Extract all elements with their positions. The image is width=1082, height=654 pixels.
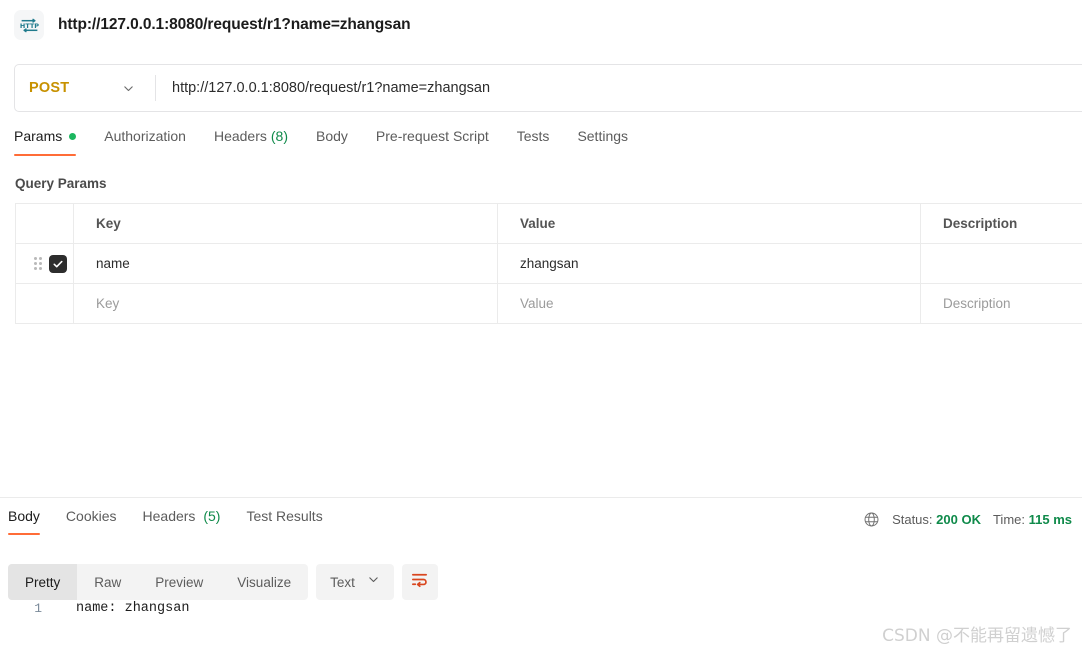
- tab-settings-label: Settings: [577, 128, 629, 144]
- new-param-key-cell[interactable]: Key: [73, 283, 498, 324]
- response-tab-cookies[interactable]: Cookies: [66, 508, 117, 535]
- url-input[interactable]: [156, 65, 1082, 111]
- word-wrap-icon: [410, 570, 429, 594]
- query-params-heading: Query Params: [15, 176, 107, 191]
- tab-body-label: Body: [316, 128, 348, 144]
- status-label: Status:: [892, 512, 933, 527]
- response-tabs: Body Cookies Headers (5) Test Results: [8, 508, 349, 542]
- column-header-select: [15, 203, 74, 244]
- view-mode-visualize-label: Visualize: [237, 574, 292, 590]
- response-body-viewer[interactable]: 1 name: zhangsan: [8, 598, 1082, 620]
- response-body-line: name: zhangsan: [76, 601, 190, 616]
- row-select-cell: [15, 243, 74, 284]
- response-tab-test-results-label: Test Results: [246, 508, 323, 524]
- response-status-strip: Status: 200 OK Time: 115 ms: [863, 511, 1072, 528]
- status-value: 200 OK: [936, 512, 981, 527]
- http-protocol-icon: HTTP: [14, 10, 44, 40]
- chevron-down-icon: [367, 573, 380, 591]
- tab-authorization-label: Authorization: [104, 128, 186, 144]
- word-wrap-button[interactable]: [401, 564, 438, 600]
- response-viewer-toolbar: Pretty Raw Preview Visualize Text: [8, 564, 438, 600]
- response-tab-test-results[interactable]: Test Results: [246, 508, 322, 535]
- response-tab-body[interactable]: Body: [8, 508, 40, 535]
- tab-headers[interactable]: Headers (8): [214, 128, 288, 156]
- time-label: Time:: [992, 512, 1025, 527]
- view-mode-pretty[interactable]: Pretty: [8, 564, 78, 600]
- table-header-row: Key Value Description: [15, 203, 1082, 244]
- param-value-cell[interactable]: zhangsan: [497, 243, 921, 284]
- query-params-table: Key Value Description name zhangsan Key …: [15, 203, 1082, 324]
- drag-handle-icon[interactable]: [34, 257, 42, 270]
- response-tab-cookies-label: Cookies: [65, 508, 117, 524]
- tab-params-label: Params: [14, 128, 63, 144]
- view-mode-preview[interactable]: Preview: [138, 564, 220, 600]
- view-mode-group: Pretty Raw Preview Visualize: [8, 564, 309, 600]
- table-row: Key Value Description: [15, 283, 1082, 324]
- new-row-select-cell: [15, 283, 74, 324]
- tab-pre-request-script[interactable]: Pre-request Script: [376, 128, 489, 156]
- response-tab-headers-count: (5): [203, 508, 221, 524]
- content-type-label: Text: [330, 574, 355, 590]
- content-type-selector[interactable]: Text: [316, 564, 394, 600]
- column-header-key: Key: [73, 203, 498, 244]
- url-bar: POST: [14, 64, 1082, 112]
- view-mode-pretty-label: Pretty: [25, 574, 61, 590]
- time-badge[interactable]: Time: 115 ms: [993, 512, 1072, 527]
- svg-text:HTTP: HTTP: [19, 22, 38, 30]
- new-param-description-cell[interactable]: Description: [920, 283, 1082, 324]
- tab-tests[interactable]: Tests: [517, 128, 550, 156]
- tab-headers-count: (8): [270, 128, 288, 144]
- time-value: 115 ms: [1028, 512, 1072, 527]
- tab-headers-label: Headers: [213, 128, 267, 144]
- response-tab-body-label: Body: [8, 508, 40, 524]
- chevron-down-icon: [122, 82, 135, 95]
- response-tab-headers[interactable]: Headers (5): [143, 508, 221, 535]
- tab-authorization[interactable]: Authorization: [104, 128, 186, 156]
- column-header-value: Value: [497, 203, 921, 244]
- view-mode-raw-label: Raw: [94, 574, 122, 590]
- tab-body[interactable]: Body: [316, 128, 348, 156]
- view-mode-preview-label: Preview: [155, 574, 204, 590]
- status-badge[interactable]: Status: 200 OK: [892, 512, 981, 527]
- line-number-gutter: 1: [8, 598, 52, 620]
- param-enabled-checkbox[interactable]: [49, 254, 67, 273]
- method-label: POST: [29, 80, 70, 96]
- postman-request-screen: HTTP http://127.0.0.1:8080/request/r1?na…: [0, 0, 1082, 654]
- watermark: CSDN @不能再留遗憾了: [882, 626, 1072, 646]
- tab-pre-request-script-label: Pre-request Script: [375, 128, 489, 144]
- response-tab-headers-label: Headers: [142, 508, 196, 524]
- view-mode-raw[interactable]: Raw: [77, 564, 138, 600]
- param-description-cell[interactable]: [920, 243, 1082, 284]
- line-number: 1: [34, 601, 42, 616]
- column-header-description: Description: [920, 203, 1082, 244]
- request-title: http://127.0.0.1:8080/request/r1?name=zh…: [58, 16, 411, 33]
- param-key-cell[interactable]: name: [73, 243, 498, 284]
- tab-settings[interactable]: Settings: [577, 128, 628, 156]
- params-modified-dot: [69, 132, 77, 140]
- tab-params[interactable]: Params: [14, 128, 77, 156]
- globe-icon[interactable]: [863, 511, 880, 528]
- table-row: name zhangsan: [15, 243, 1082, 284]
- titlebar: HTTP http://127.0.0.1:8080/request/r1?na…: [0, 0, 1082, 50]
- view-mode-visualize[interactable]: Visualize: [220, 564, 308, 600]
- response-divider: [0, 497, 1082, 498]
- new-param-value-cell[interactable]: Value: [497, 283, 921, 324]
- method-selector[interactable]: POST: [15, 65, 155, 111]
- tab-tests-label: Tests: [516, 128, 550, 144]
- request-tabs: Params Authorization Headers (8) Body Pr…: [14, 128, 656, 164]
